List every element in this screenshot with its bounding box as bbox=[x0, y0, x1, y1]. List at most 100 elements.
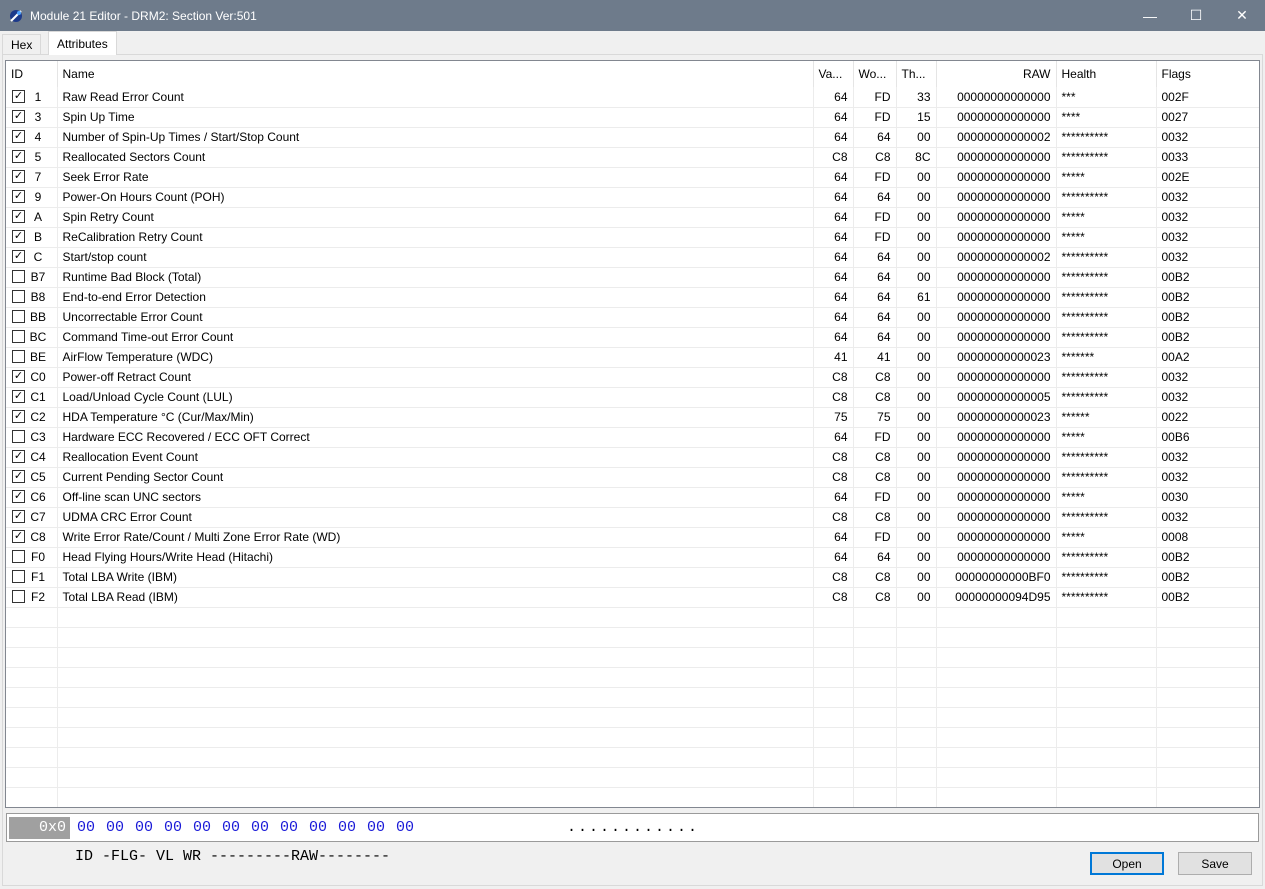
attr-flags[interactable]: 00B2 bbox=[1156, 267, 1259, 288]
enable-checkbox-checked[interactable]: ✓ bbox=[12, 229, 25, 243]
attr-threshold[interactable]: 00 bbox=[896, 447, 937, 468]
attr-threshold[interactable]: 00 bbox=[896, 307, 937, 328]
table-row[interactable]: ✓ 9 Power-On Hours Count (POH) 64 64 00 000000… bbox=[6, 187, 1259, 208]
enable-checkbox-checked[interactable]: ✓ bbox=[12, 209, 25, 223]
attr-worst[interactable]: FD bbox=[853, 87, 897, 108]
attr-raw[interactable]: 00000000000000 bbox=[936, 467, 1057, 488]
col-worst[interactable]: Wo... bbox=[853, 61, 897, 87]
table-row[interactable]: ✓ C1 Load/Unload Cycle Count (LUL) C8 C8 00 00… bbox=[6, 387, 1259, 408]
attr-threshold[interactable]: 00 bbox=[896, 367, 937, 388]
attr-flags[interactable]: 002F bbox=[1156, 87, 1259, 108]
attr-worst[interactable]: FD bbox=[853, 527, 897, 548]
attr-threshold[interactable]: 00 bbox=[896, 567, 937, 588]
attr-value[interactable]: C8 bbox=[813, 147, 854, 168]
minimize-icon[interactable]: — bbox=[1127, 0, 1173, 31]
attr-flags[interactable]: 0032 bbox=[1156, 207, 1259, 228]
tab-hex[interactable]: Hex bbox=[2, 34, 42, 55]
table-row[interactable]: ✓ C8 Write Error Rate/Count / Multi Zone E… bbox=[6, 527, 1259, 548]
attr-value[interactable]: 64 bbox=[813, 167, 854, 188]
attr-worst[interactable]: 41 bbox=[853, 347, 897, 368]
attr-raw[interactable]: 00000000000002 bbox=[936, 247, 1057, 268]
enable-checkbox[interactable] bbox=[12, 569, 25, 583]
enable-checkbox[interactable] bbox=[12, 269, 25, 283]
col-id[interactable]: ID bbox=[6, 61, 58, 87]
attr-flags[interactable]: 0022 bbox=[1156, 407, 1259, 428]
table-row[interactable]: F2 Total LBA Read (IBM) C8 C8 00 00000000094D… bbox=[6, 587, 1259, 608]
attr-worst[interactable]: 64 bbox=[853, 327, 897, 348]
attr-worst[interactable]: 75 bbox=[853, 407, 897, 428]
attr-flags[interactable]: 00B2 bbox=[1156, 307, 1259, 328]
table-row[interactable]: C3 Hardware ECC Recovered / ECC OFT Corre… bbox=[6, 427, 1259, 448]
attr-value[interactable]: C8 bbox=[813, 567, 854, 588]
table-row[interactable]: BC Command Time-out Error Count 64 64 00 0000… bbox=[6, 327, 1259, 348]
attr-threshold[interactable]: 00 bbox=[896, 427, 937, 448]
save-button[interactable]: Save bbox=[1178, 852, 1252, 875]
attr-value[interactable]: 64 bbox=[813, 187, 854, 208]
attr-flags[interactable]: 0030 bbox=[1156, 487, 1259, 508]
attr-worst[interactable]: 64 bbox=[853, 287, 897, 308]
attr-threshold[interactable]: 00 bbox=[896, 167, 937, 188]
hex-bytes[interactable]: 00 00 00 00 00 00 00 00 00 00 00 00 bbox=[77, 819, 567, 836]
attr-flags[interactable]: 00B2 bbox=[1156, 287, 1259, 308]
tab-attributes[interactable]: Attributes bbox=[48, 31, 117, 55]
attr-value[interactable]: 41 bbox=[813, 347, 854, 368]
attr-raw[interactable]: 00000000000000 bbox=[936, 487, 1057, 508]
attr-value[interactable]: 64 bbox=[813, 287, 854, 308]
attr-flags[interactable]: 00B2 bbox=[1156, 547, 1259, 568]
attr-value[interactable]: 64 bbox=[813, 487, 854, 508]
open-button[interactable]: Open bbox=[1090, 852, 1164, 875]
attr-raw[interactable]: 00000000000000 bbox=[936, 227, 1057, 248]
attr-worst[interactable]: C8 bbox=[853, 147, 897, 168]
attr-threshold[interactable]: 8C bbox=[896, 147, 937, 168]
attr-threshold[interactable]: 33 bbox=[896, 87, 937, 108]
attr-threshold[interactable]: 00 bbox=[896, 407, 937, 428]
attr-value[interactable]: C8 bbox=[813, 387, 854, 408]
attr-value[interactable]: C8 bbox=[813, 367, 854, 388]
table-row[interactable]: BE AirFlow Temperature (WDC) 41 41 00 0000000… bbox=[6, 347, 1259, 368]
attr-raw[interactable]: 00000000000000 bbox=[936, 307, 1057, 328]
attr-raw[interactable]: 00000000094D95 bbox=[936, 587, 1057, 608]
attr-threshold[interactable]: 00 bbox=[896, 467, 937, 488]
enable-checkbox-checked[interactable]: ✓ bbox=[12, 129, 25, 143]
attr-value[interactable]: 64 bbox=[813, 247, 854, 268]
enable-checkbox-checked[interactable]: ✓ bbox=[12, 149, 25, 163]
table-row[interactable]: ✓ B ReCalibration Retry Count 64 FD 00 0000000… bbox=[6, 227, 1259, 248]
table-row[interactable]: ✓ C Start/stop count 64 64 00 00000000000002 **… bbox=[6, 247, 1259, 268]
attr-worst[interactable]: 64 bbox=[853, 547, 897, 568]
attr-worst[interactable]: FD bbox=[853, 107, 897, 128]
enable-checkbox-checked[interactable]: ✓ bbox=[12, 189, 25, 203]
attr-raw[interactable]: 00000000000000 bbox=[936, 427, 1057, 448]
attr-value[interactable]: C8 bbox=[813, 447, 854, 468]
attr-raw[interactable]: 00000000000BF0 bbox=[936, 567, 1057, 588]
attr-raw[interactable]: 00000000000023 bbox=[936, 347, 1057, 368]
attr-flags[interactable]: 00B2 bbox=[1156, 327, 1259, 348]
attr-value[interactable]: 64 bbox=[813, 327, 854, 348]
table-row[interactable]: ✓ 3 Spin Up Time 64 FD 15 00000000000000 **** 00… bbox=[6, 107, 1259, 128]
attr-value[interactable]: 64 bbox=[813, 547, 854, 568]
attr-value[interactable]: 64 bbox=[813, 267, 854, 288]
enable-checkbox-checked[interactable]: ✓ bbox=[12, 449, 25, 463]
attr-worst[interactable]: 64 bbox=[853, 187, 897, 208]
attr-flags[interactable]: 0008 bbox=[1156, 527, 1259, 548]
attr-flags[interactable]: 0032 bbox=[1156, 227, 1259, 248]
attr-raw[interactable]: 00000000000000 bbox=[936, 267, 1057, 288]
attr-threshold[interactable]: 00 bbox=[896, 187, 937, 208]
col-value[interactable]: Va... bbox=[813, 61, 854, 87]
attr-value[interactable]: 64 bbox=[813, 427, 854, 448]
attr-worst[interactable]: FD bbox=[853, 487, 897, 508]
table-row[interactable]: BB Uncorrectable Error Count 64 64 00 0000000… bbox=[6, 307, 1259, 328]
attr-worst[interactable]: C8 bbox=[853, 567, 897, 588]
attr-value[interactable]: 64 bbox=[813, 87, 854, 108]
attr-worst[interactable]: C8 bbox=[853, 507, 897, 528]
enable-checkbox[interactable] bbox=[12, 289, 25, 303]
enable-checkbox-checked[interactable]: ✓ bbox=[12, 369, 25, 383]
enable-checkbox-checked[interactable]: ✓ bbox=[12, 469, 25, 483]
attr-raw[interactable]: 00000000000000 bbox=[936, 107, 1057, 128]
table-row[interactable]: F0 Head Flying Hours/Write Head (Hitachi)… bbox=[6, 547, 1259, 568]
attr-raw[interactable]: 00000000000000 bbox=[936, 147, 1057, 168]
attr-threshold[interactable]: 00 bbox=[896, 227, 937, 248]
attr-threshold[interactable]: 00 bbox=[896, 507, 937, 528]
table-row[interactable]: ✓ C4 Reallocation Event Count C8 C8 00 0000000… bbox=[6, 447, 1259, 468]
attr-value[interactable]: 64 bbox=[813, 227, 854, 248]
attr-flags[interactable]: 0032 bbox=[1156, 387, 1259, 408]
